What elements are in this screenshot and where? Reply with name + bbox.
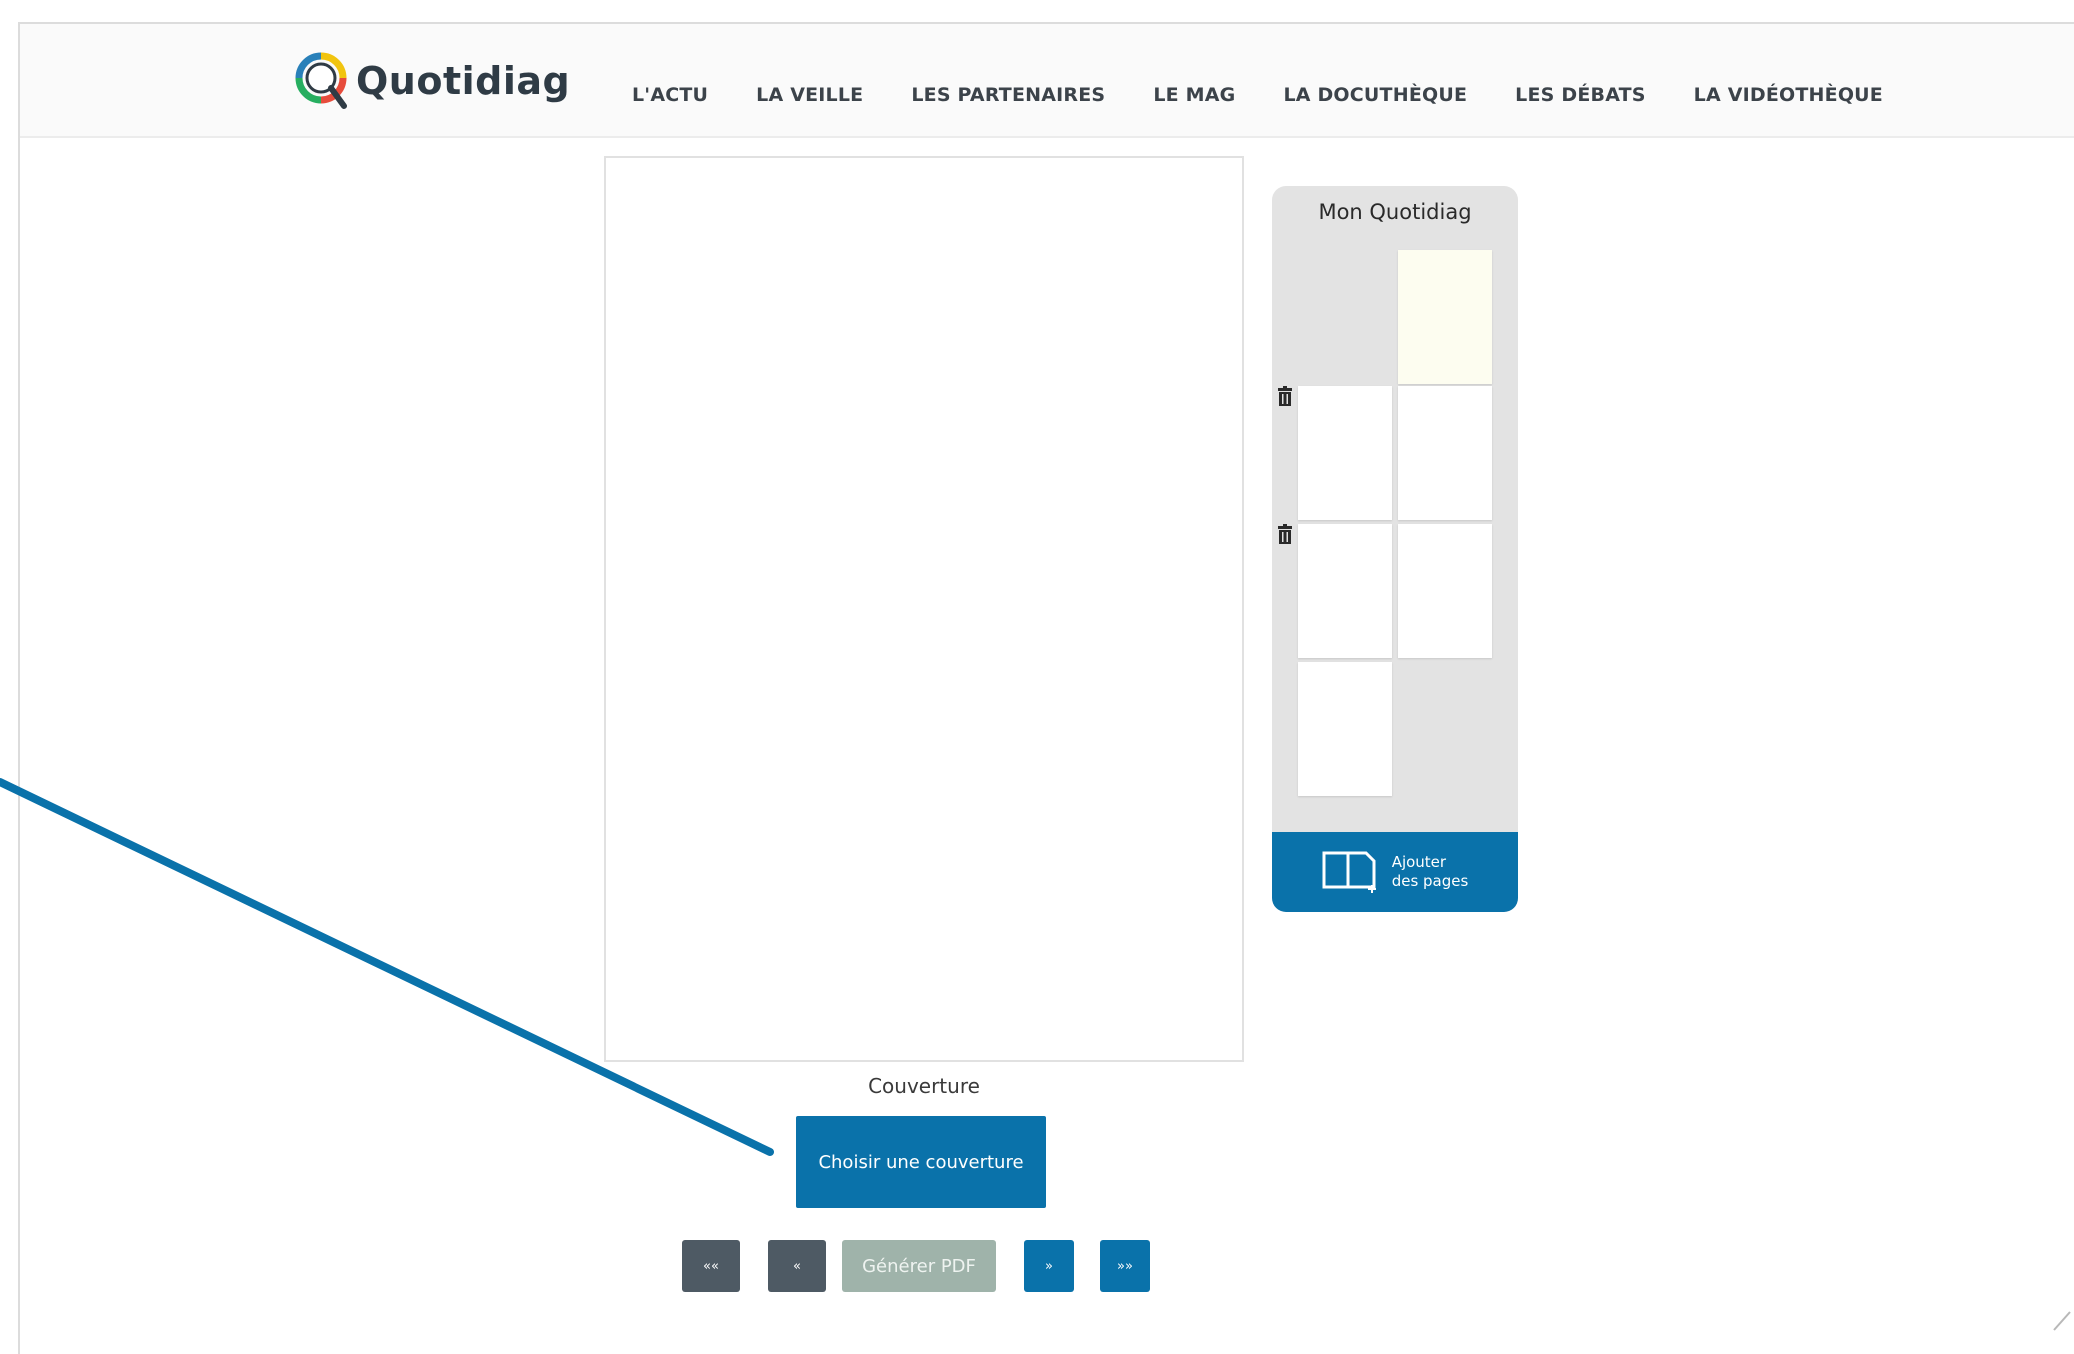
page-preview — [604, 156, 1244, 1062]
thumbnail-cover[interactable] — [1398, 250, 1492, 384]
first-page-button[interactable]: «« — [682, 1240, 740, 1292]
add-pages-line-2: des pages — [1391, 872, 1469, 890]
thumbnail-page[interactable] — [1398, 386, 1492, 520]
page-thumbnail-panel: Mon Quotidiag Ajouter des pages — [1272, 186, 1518, 912]
thumbnail-page[interactable] — [1298, 662, 1392, 796]
magnifier-logo-icon — [292, 50, 350, 112]
nav-item-docutheque[interactable]: LA DOCUTHÈQUE — [1283, 84, 1467, 106]
next-page-button[interactable]: » — [1024, 1240, 1074, 1292]
nav-item-partenaires[interactable]: LES PARTENAIRES — [911, 84, 1105, 106]
browser-viewport: Quotidiag L'ACTU LA VEILLE LES PARTENAIR… — [18, 22, 2074, 1354]
thumbnail-page[interactable] — [1298, 524, 1392, 658]
book-add-icon — [1322, 849, 1378, 896]
thumbnail-page[interactable] — [1398, 524, 1492, 658]
site-header: Quotidiag L'ACTU LA VEILLE LES PARTENAIR… — [20, 24, 2074, 138]
previous-page-button[interactable]: « — [768, 1240, 826, 1292]
logo-text: Quotidiag — [356, 59, 571, 103]
page-caption: Couverture — [868, 1074, 980, 1098]
nav-item-mag[interactable]: LE MAG — [1153, 84, 1235, 106]
trash-icon[interactable] — [1277, 524, 1293, 544]
add-pages-label: Ajouter des pages — [1392, 853, 1469, 891]
trash-icon[interactable] — [1277, 386, 1293, 406]
resize-corner-icon — [2053, 1311, 2071, 1331]
nav-item-videotheque[interactable]: LA VIDÉOTHÈQUE — [1694, 84, 1883, 106]
generate-pdf-button[interactable]: Générer PDF — [842, 1240, 996, 1292]
add-pages-line-1: Ajouter — [1391, 853, 1447, 871]
thumbnail-page[interactable] — [1298, 386, 1392, 520]
nav-item-veille[interactable]: LA VEILLE — [756, 84, 863, 106]
add-pages-button[interactable]: Ajouter des pages — [1272, 832, 1518, 912]
main-nav: L'ACTU LA VEILLE LES PARTENAIRES LE MAG … — [632, 84, 1883, 106]
site-logo[interactable]: Quotidiag — [292, 46, 570, 116]
nav-item-debats[interactable]: LES DÉBATS — [1515, 84, 1646, 106]
nav-item-actu[interactable]: L'ACTU — [632, 84, 708, 106]
choose-cover-button[interactable]: Choisir une couverture — [796, 1116, 1046, 1208]
last-page-button[interactable]: »» — [1100, 1240, 1150, 1292]
panel-title: Mon Quotidiag — [1318, 200, 1472, 224]
